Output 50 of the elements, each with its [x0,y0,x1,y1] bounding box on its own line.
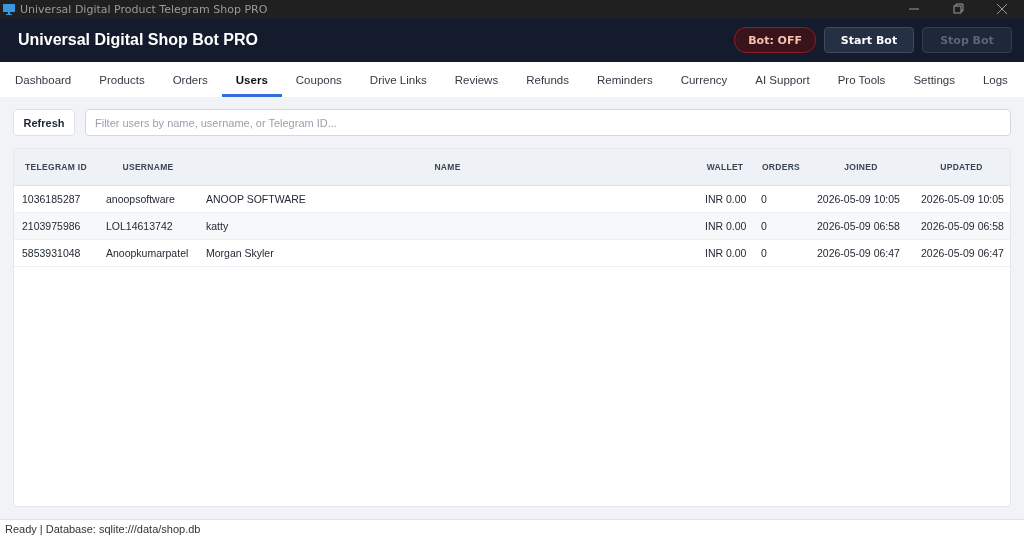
table-cell: 2026-05-09 06:58 [913,212,1010,240]
tab[interactable]: Refunds [512,62,584,97]
table-cell: 0 [753,239,809,267]
column-header: JOINED [809,149,913,186]
tab[interactable]: Coupons [281,62,356,97]
table-cell: 1036185287 [14,185,98,213]
table-cell: 2026-05-09 06:47 [809,239,913,267]
table-cell: 2026-05-09 10:05 [809,185,913,213]
tab[interactable]: Currency [666,62,742,97]
app-icon [3,3,15,15]
column-header: ORDERS [753,149,809,186]
tab[interactable]: Products [85,62,159,97]
table-cell: INR 0.00 [697,212,753,240]
tab[interactable]: Logs [968,62,1022,97]
bot-status-badge: Bot: OFF [734,27,816,53]
column-header: UPDATED [913,149,1010,186]
table-cell: 0 [753,185,809,213]
refresh-button[interactable]: Refresh [13,109,75,136]
table-cell: anoopsoftware [98,185,198,213]
table-cell: 0 [753,212,809,240]
window-title: Universal Digital Product Telegram Shop PRO [20,2,269,16]
table-cell: 2026-05-09 06:47 [913,239,1010,267]
app-title: Universal Digital Shop Bot PRO [18,31,260,49]
table-cell: 2026-05-09 06:58 [809,212,913,240]
column-header: NAME [198,149,697,186]
table-cell: 5853931048 [14,239,98,267]
start-bot-button[interactable]: Start Bot [824,27,914,53]
column-header: TELEGRAM ID [14,149,98,186]
table-cell: 2026-05-09 10:05 [913,185,1010,213]
tab[interactable]: Pro Tools [823,62,900,97]
column-header: USERNAME [98,149,198,186]
column-header: WALLET [697,149,753,186]
table-cell: INR 0.00 [697,239,753,267]
tab[interactable]: Settings [899,62,969,97]
table-cell: katty [198,212,697,240]
table-cell: Anoopkumarpatel [98,239,198,267]
table-cell: Morgan Skyler [198,239,697,267]
tab[interactable]: Dashboard [1,62,86,97]
tab[interactable]: Users [221,62,282,97]
tab[interactable]: Orders [158,62,222,97]
status-text: Ready | Database: sqlite:///data/shop.db [5,522,201,535]
tab[interactable]: Drive Links [355,62,441,97]
search-field[interactable]: Filter users by name, username, or Telegram ID... [85,109,1011,136]
tab[interactable]: AI Support [741,62,824,97]
tab[interactable]: Reviews [440,62,513,97]
table-cell: 2103975986 [14,212,98,240]
table-cell: LOL14613742 [98,212,198,240]
table-cell: INR 0.00 [697,185,753,213]
tab[interactable]: Reminders [583,62,667,97]
table-cell: ANOOP SOFTWARE [198,185,697,213]
